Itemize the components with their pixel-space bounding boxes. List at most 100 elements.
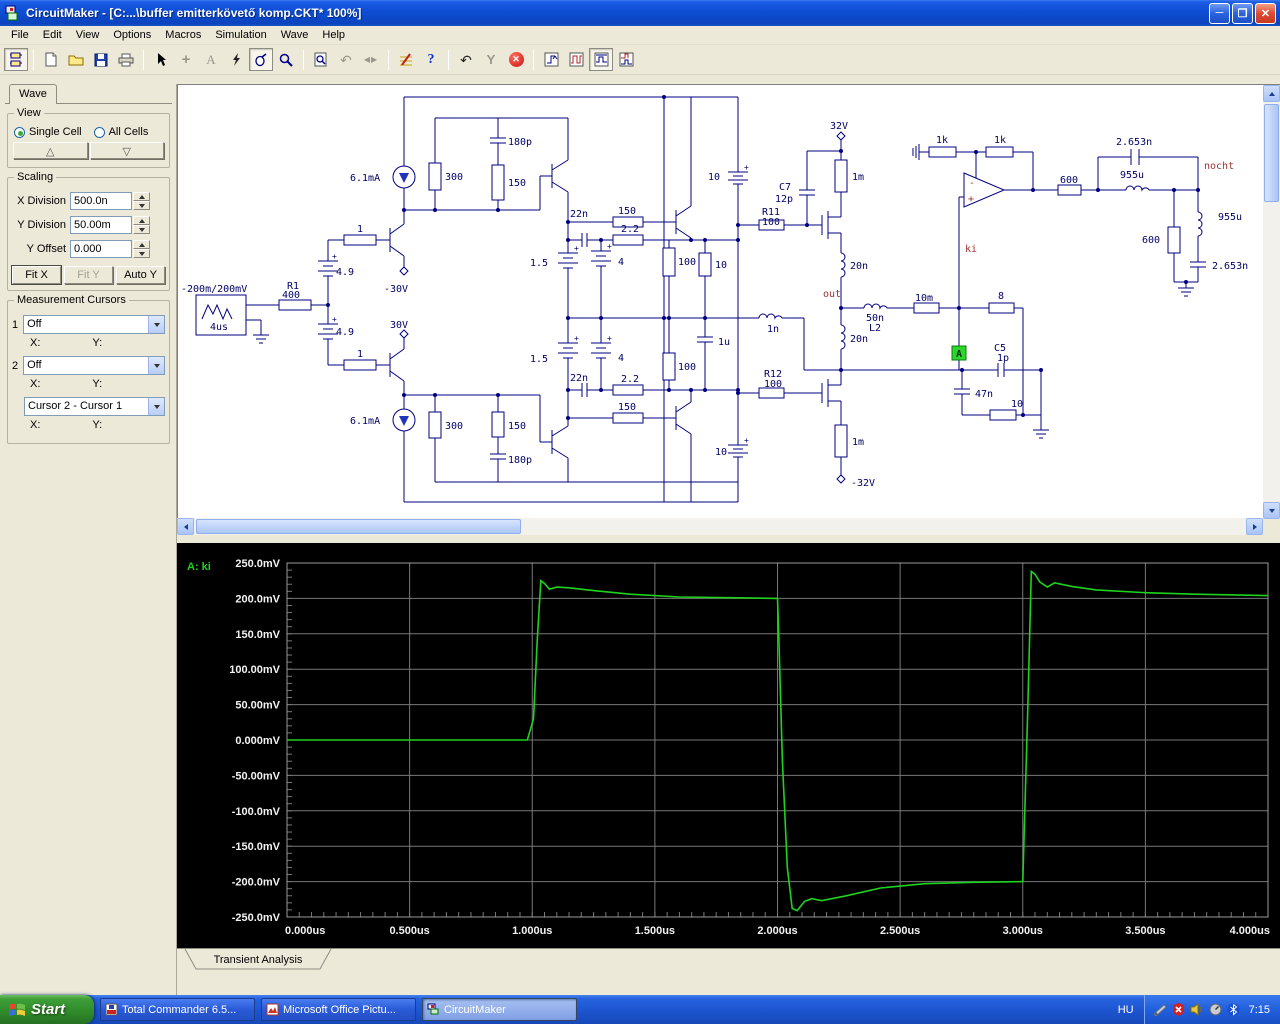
edit-wires-button[interactable] [394, 48, 418, 71]
y-offset-spinner[interactable] [133, 240, 150, 258]
chevron-down-icon[interactable] [148, 398, 164, 415]
new-file-button[interactable] [39, 48, 63, 71]
menu-simulation[interactable]: Simulation [208, 27, 273, 43]
wire-tool-button[interactable] [224, 48, 248, 71]
find-part-button[interactable] [309, 48, 333, 71]
resistor-symbols [278, 146, 1181, 458]
reset-button[interactable]: ↶ [454, 48, 478, 71]
menu-help[interactable]: Help [315, 27, 352, 43]
print-button[interactable] [114, 48, 138, 71]
scroll-right-icon[interactable] [1246, 518, 1263, 535]
fit-x-button[interactable]: Fit X [11, 265, 62, 285]
taskbar: Start Total Commander 6.5... Microsoft O… [0, 995, 1280, 1024]
mixed-scope-icon [594, 52, 608, 67]
scroll-down-icon[interactable] [1263, 502, 1280, 519]
minimize-button[interactable]: ─ [1209, 2, 1230, 24]
svg-text:Transient Analysis: Transient Analysis [214, 954, 303, 966]
start-button[interactable]: Start [0, 995, 94, 1024]
stop-simulation-button[interactable]: ✕ [504, 48, 528, 71]
text-tool-button[interactable]: A [199, 48, 223, 71]
chevron-down-icon[interactable] [148, 357, 164, 374]
all-cells-radio[interactable] [93, 126, 105, 138]
mixed-scope-button[interactable] [589, 48, 613, 71]
svg-text:-150.0mV: -150.0mV [232, 841, 281, 853]
tools-icon: Y [486, 52, 496, 67]
cursor1-select[interactable]: Off [23, 315, 165, 334]
svg-text:2.2: 2.2 [621, 374, 639, 385]
task-office-picture[interactable]: Microsoft Office Pictu... [261, 998, 416, 1021]
tab-wave[interactable]: Wave [9, 84, 57, 104]
bluetooth-icon[interactable] [1227, 1003, 1240, 1016]
svg-text:10: 10 [708, 172, 720, 183]
language-indicator[interactable]: HU [1108, 1004, 1144, 1016]
chevron-down-icon[interactable] [148, 316, 164, 333]
scroll-up-icon[interactable] [1263, 85, 1280, 102]
digital-scope-icon [544, 52, 558, 67]
open-folder-button[interactable] [64, 48, 88, 71]
cursor-diff-select[interactable]: Cursor 2 - Cursor 1 [24, 397, 165, 416]
scroll-left-icon[interactable] [177, 518, 194, 535]
parts-browser-button[interactable] [4, 48, 28, 71]
add-part-button[interactable]: + [174, 48, 198, 71]
svg-text:1: 1 [357, 349, 363, 360]
task-label: Total Commander 6.5... [122, 1003, 237, 1016]
task-circuitmaker[interactable]: CircuitMaker [422, 998, 577, 1021]
menu-options[interactable]: Options [106, 27, 158, 43]
svg-text:1.500us: 1.500us [635, 925, 675, 937]
auto-y-button[interactable]: Auto Y [116, 266, 165, 284]
mirror-button[interactable]: ◀▶ [359, 48, 383, 71]
menu-edit[interactable]: Edit [36, 27, 69, 43]
volume-icon[interactable] [1190, 1003, 1204, 1016]
svg-text:nocht: nocht [1204, 161, 1234, 172]
tablet-pen-icon[interactable] [1152, 1003, 1167, 1016]
rotate-button[interactable]: ↶ [334, 48, 358, 71]
cursor-diff-x-label: X: [30, 419, 41, 431]
svg-text:100.00mV: 100.00mV [229, 664, 280, 676]
zoom-tool-button[interactable] [274, 48, 298, 71]
analog-scope-button[interactable] [564, 48, 588, 71]
help-button[interactable]: ? [419, 48, 443, 71]
svg-text:0.000us: 0.000us [285, 925, 325, 937]
tab-transient-analysis[interactable]: Transient Analysis [181, 948, 341, 971]
vertical-scroll-thumb[interactable] [1264, 104, 1279, 202]
save-button[interactable] [89, 48, 113, 71]
svg-text:22n: 22n [570, 373, 588, 384]
single-cell-radio[interactable] [14, 126, 25, 138]
tools-button[interactable]: Y [479, 48, 503, 71]
waveform-plot[interactable]: 250.0mV 200.0mV 150.0mV 100.00mV 50.00mV 0.00… [177, 543, 1280, 948]
schematic-vertical-scrollbar[interactable] [1263, 85, 1280, 519]
horizontal-scroll-thumb[interactable] [196, 519, 521, 534]
menu-wave[interactable]: Wave [274, 27, 316, 43]
y-offset-input[interactable] [70, 240, 132, 258]
stop-simulation-icon: ✕ [508, 52, 524, 67]
start-label: Start [31, 1001, 66, 1018]
fit-y-button[interactable]: Fit Y [64, 266, 113, 284]
digital-scope-button[interactable] [539, 48, 563, 71]
svg-text:150: 150 [618, 402, 636, 413]
pane-splitter[interactable] [177, 535, 1280, 543]
cursor2-select[interactable]: Off [23, 356, 165, 375]
probe-tool-button[interactable] [249, 48, 273, 71]
cursor2-value: Off [27, 359, 42, 371]
schematic-canvas[interactable]: -200m/200mV 4us R1 400 4.9 4.9 1 1 -30V 30V 6.1mA 6… [177, 84, 1280, 519]
cell-up-button[interactable]: △ [13, 142, 88, 159]
cell-down-button[interactable]: ▽ [89, 142, 164, 159]
menu-file[interactable]: File [4, 27, 36, 43]
logic-scope-button[interactable] [614, 48, 638, 71]
x-division-spinner[interactable] [133, 192, 150, 210]
restore-button[interactable]: ❐ [1232, 2, 1253, 24]
mirror-icon: ◀▶ [363, 54, 379, 64]
svg-text:10: 10 [715, 447, 727, 458]
cursor-tool-button[interactable] [149, 48, 173, 71]
close-button[interactable]: ✕ [1255, 2, 1276, 24]
security-alert-icon[interactable] [1172, 1003, 1185, 1016]
y-division-input[interactable] [70, 216, 132, 234]
x-division-input[interactable] [70, 192, 132, 210]
clock[interactable]: 7:15 [1249, 1004, 1270, 1016]
power-meter-icon[interactable] [1209, 1003, 1222, 1016]
task-total-commander[interactable]: Total Commander 6.5... [100, 998, 255, 1021]
menu-view[interactable]: View [69, 27, 107, 43]
y-division-spinner[interactable] [133, 216, 150, 234]
schematic-horizontal-scrollbar[interactable] [177, 518, 1263, 535]
menu-macros[interactable]: Macros [158, 27, 208, 43]
